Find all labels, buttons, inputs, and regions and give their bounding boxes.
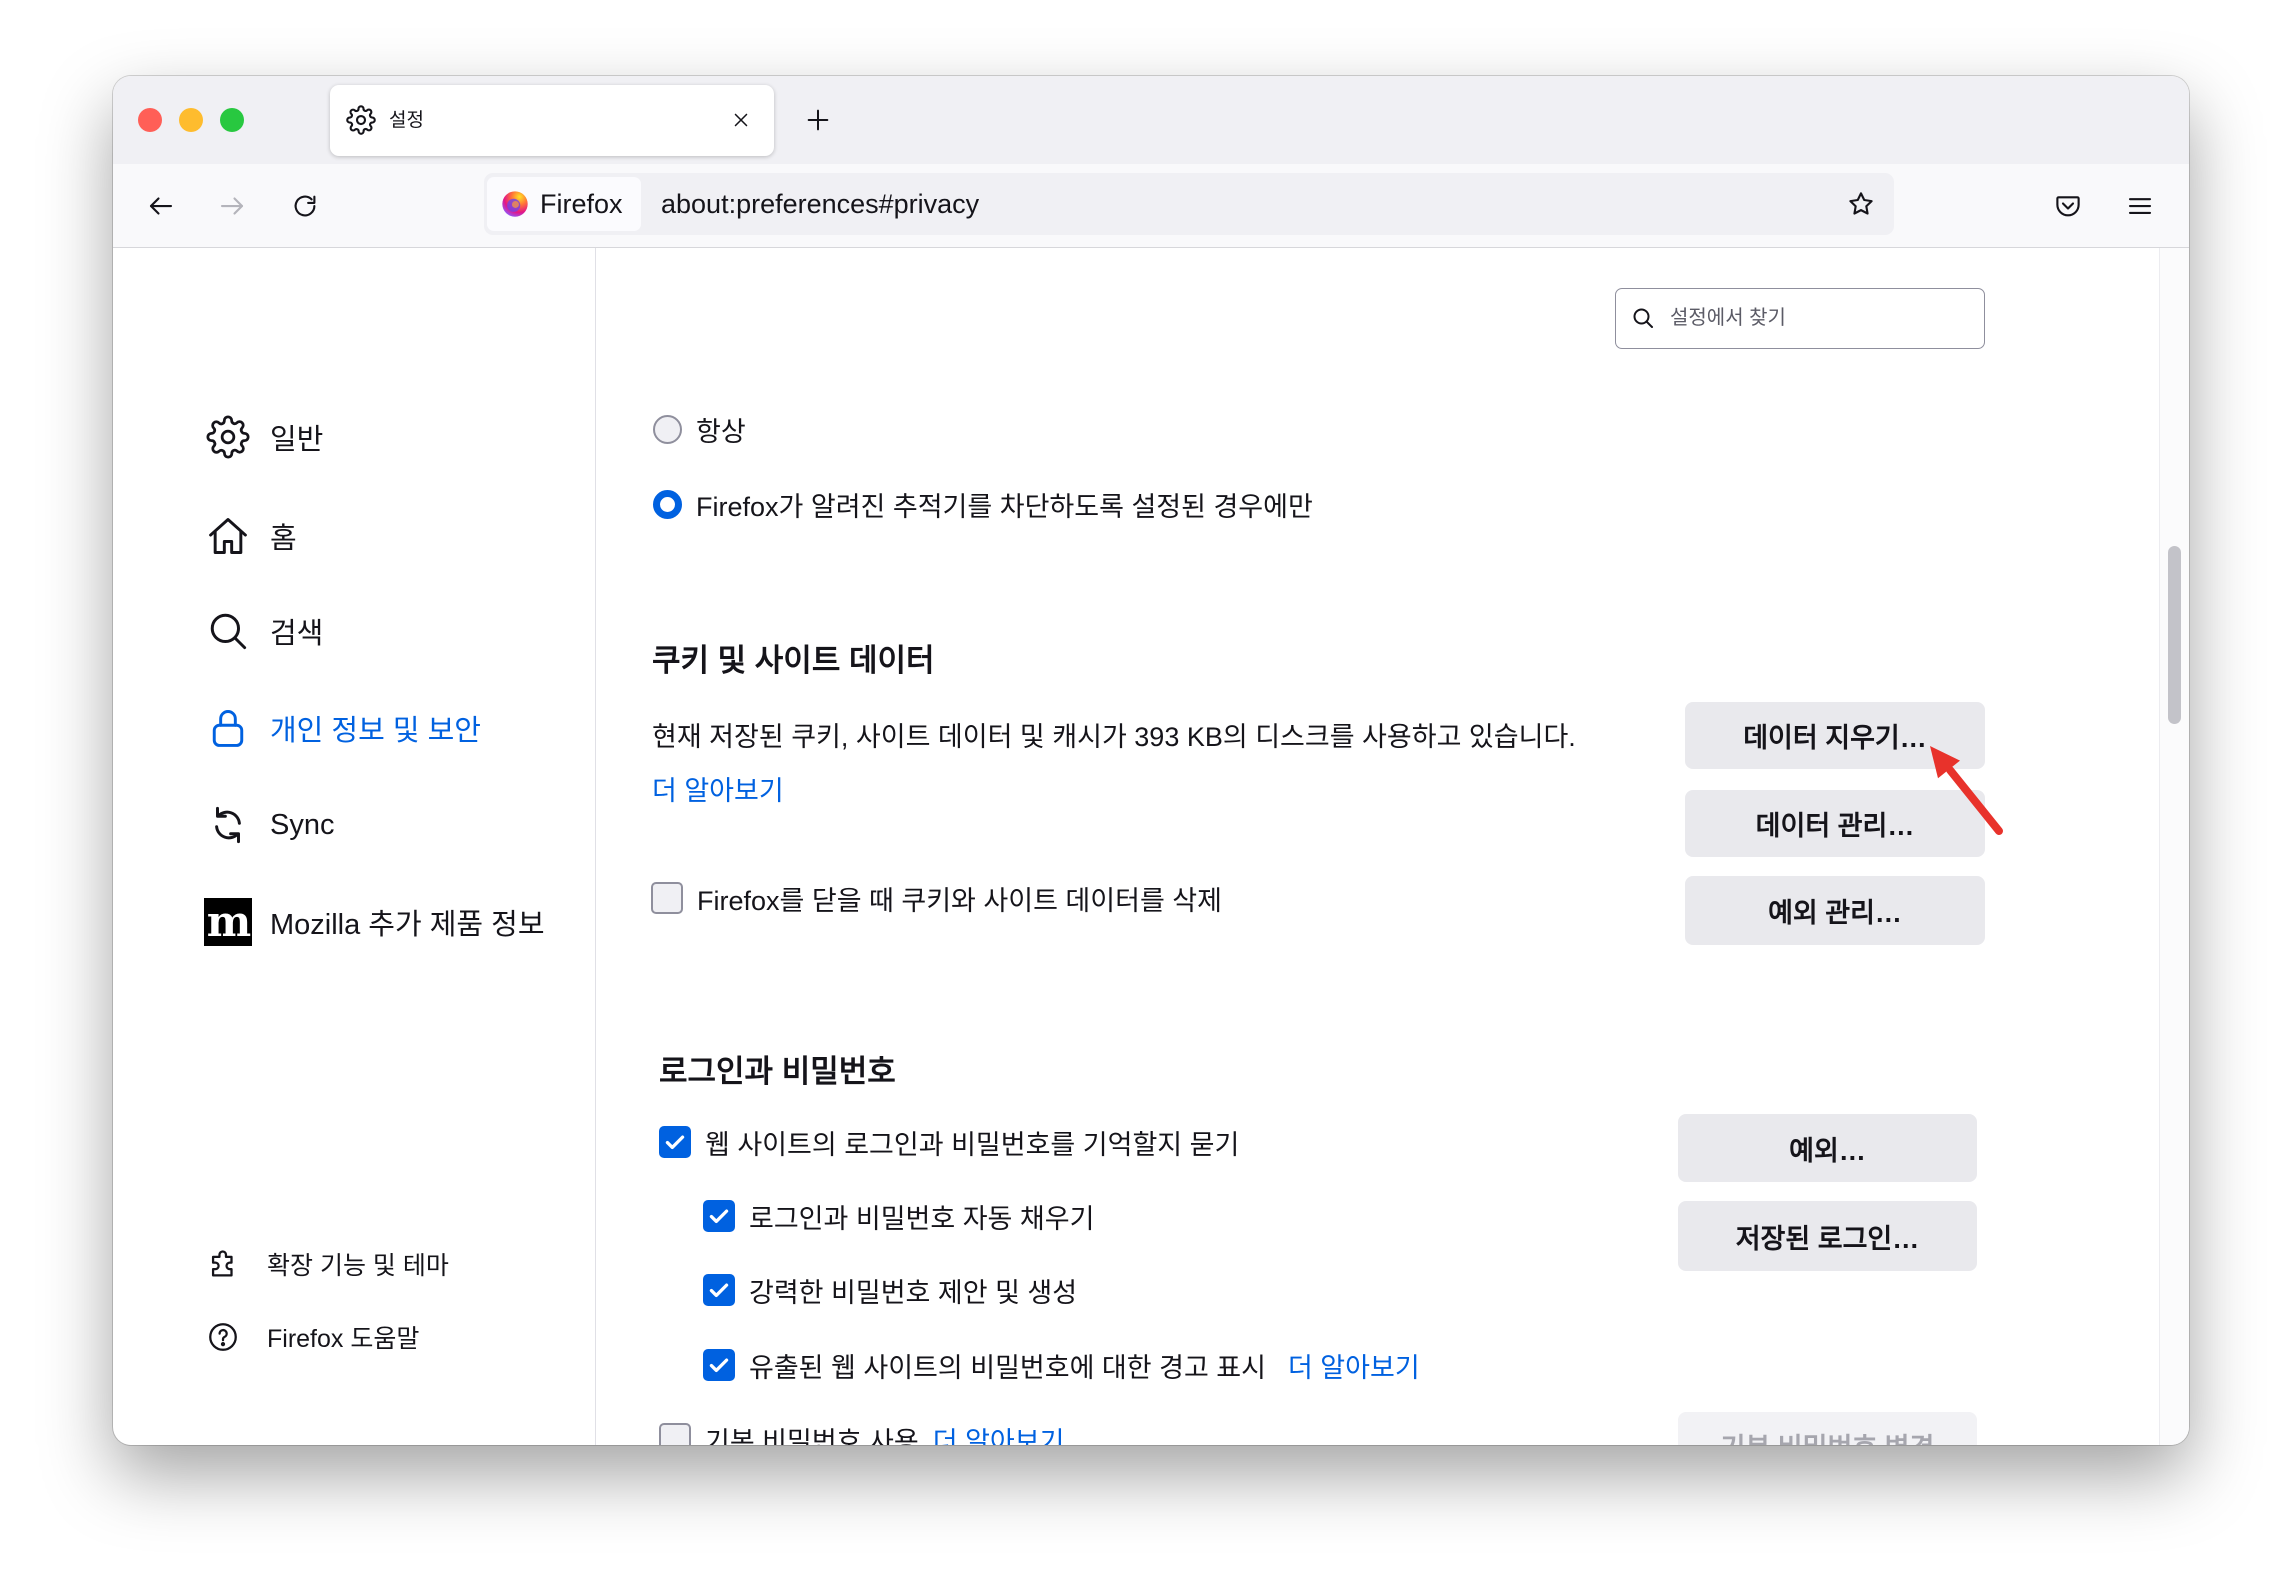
change-primary-password-button[interactable]: 기본 비밀번호 변경 (1678, 1412, 1977, 1445)
manage-exceptions-button[interactable]: 예외 관리… (1685, 876, 1985, 945)
radio-option-only-when-blocking[interactable]: Firefox가 알려진 추적기를 차단하도록 설정된 경우에만 (653, 484, 1313, 524)
close-tab-icon[interactable] (730, 109, 752, 131)
sidebar-item-label: 개인 정보 및 보안 (270, 715, 481, 747)
reload-icon[interactable] (290, 191, 320, 221)
radio-option-always[interactable]: 항상 (653, 409, 746, 449)
logins-heading: 로그인과 비밀번호 (659, 1054, 896, 1089)
sidebar-item-label: 홈 (270, 523, 297, 555)
checkbox-label: Firefox를 닫을 때 쿠키와 사이트 데이터를 삭제 (697, 885, 1222, 916)
sidebar-item-general[interactable]: 일반 (204, 409, 323, 465)
primary-password-option[interactable]: 기본 비밀번호 사용 더 알아보기 (659, 1419, 1064, 1445)
star-icon[interactable] (1846, 189, 1876, 219)
home-icon (204, 512, 252, 560)
sidebar-footer-label: Firefox 도움말 (267, 1325, 420, 1353)
hamburger-menu-icon[interactable] (2125, 191, 2155, 221)
identity-box[interactable]: Firefox (487, 177, 641, 231)
checkbox-label: 강력한 비밀번호 제안 및 생성 (749, 1277, 1078, 1308)
checkbox[interactable] (703, 1274, 735, 1306)
identity-label: Firefox (540, 189, 623, 219)
mozilla-logo-icon: m (204, 898, 252, 946)
sidebar-footer-label: 확장 기능 및 테마 (267, 1252, 449, 1280)
lock-icon (204, 704, 252, 752)
settings-search (1615, 288, 1985, 349)
tab-title: 설정 (389, 110, 424, 131)
radio-button[interactable] (653, 489, 682, 519)
autofill-logins-option[interactable]: 로그인과 비밀번호 자동 채우기 (703, 1196, 1094, 1236)
sync-icon (204, 801, 252, 849)
forward-arrow-icon[interactable] (217, 191, 247, 221)
scrollbar-thumb[interactable] (2168, 546, 2181, 724)
radio-button[interactable] (653, 414, 682, 444)
search-icon (1631, 306, 1655, 330)
checkbox[interactable] (703, 1200, 735, 1232)
checkbox-label: 로그인과 비밀번호 자동 채우기 (749, 1203, 1095, 1234)
checkbox-label: 웹 사이트의 로그인과 비밀번호를 기억할지 묻기 (705, 1129, 1240, 1160)
sidebar-item-privacy[interactable]: 개인 정보 및 보안 (204, 700, 481, 756)
help-icon (205, 1319, 241, 1355)
gear-icon (204, 413, 252, 461)
sidebar-item-search[interactable]: 검색 (204, 603, 323, 659)
firefox-logo-icon (501, 190, 529, 218)
primary-password-learn-more-link[interactable]: 더 알아보기 (933, 1420, 1065, 1446)
new-tab-plus-icon[interactable] (804, 106, 832, 134)
delete-cookies-on-close-option[interactable]: Firefox를 닫을 때 쿠키와 사이트 데이터를 삭제 (651, 878, 1222, 918)
cookies-learn-more-link[interactable]: 더 알아보기 (652, 768, 784, 808)
sidebar-item-home[interactable]: 홈 (204, 508, 297, 564)
tab-strip: 설정 (113, 76, 2189, 164)
scrollbar-track[interactable] (2159, 248, 2189, 1445)
cookies-description: 현재 저장된 쿠키, 사이트 데이터 및 캐시가 393 KB의 디스크를 사용… (652, 721, 1576, 752)
ask-to-save-logins-option[interactable]: 웹 사이트의 로그인과 비밀번호를 기억할지 묻기 (659, 1122, 1239, 1162)
checkbox[interactable] (651, 882, 683, 914)
saved-logins-button[interactable]: 저장된 로그인… (1678, 1201, 1977, 1271)
sidebar-item-sync[interactable]: Sync (204, 797, 334, 853)
checkbox-label: 기본 비밀번호 사용 (705, 1426, 919, 1446)
sidebar-item-help[interactable]: Firefox 도움말 (205, 1315, 419, 1359)
checkbox[interactable] (659, 1423, 691, 1445)
checkbox[interactable] (659, 1126, 691, 1158)
window-zoom-button[interactable] (220, 108, 244, 132)
url-bar[interactable]: Firefox about:preferences#privacy (484, 173, 1894, 235)
settings-search-input[interactable] (1615, 288, 1985, 349)
radio-label: Firefox가 알려진 추적기를 차단하도록 설정된 경우에만 (696, 491, 1313, 522)
browser-window: 설정 Firefox about:preferences#privacy 일반 … (113, 76, 2189, 1445)
back-arrow-icon[interactable] (146, 191, 176, 221)
cookies-heading: 쿠키 및 사이트 데이터 (652, 643, 935, 678)
puzzle-icon (205, 1246, 241, 1282)
window-close-button[interactable] (138, 108, 162, 132)
suggest-strong-passwords-option[interactable]: 강력한 비밀번호 제안 및 생성 (703, 1270, 1077, 1310)
sidebar-item-label: 검색 (270, 618, 324, 650)
sidebar-item-label: Mozilla 추가 제품 정보 (270, 909, 545, 941)
checkbox[interactable] (703, 1349, 735, 1381)
url-text[interactable]: about:preferences#privacy (661, 173, 979, 235)
checkbox-label: 유출된 웹 사이트의 비밀번호에 대한 경고 표시 (749, 1352, 1266, 1383)
breach-learn-more-link[interactable]: 더 알아보기 (1288, 1346, 1420, 1385)
login-exceptions-button[interactable]: 예외… (1678, 1114, 1977, 1182)
sidebar-item-addons[interactable]: 확장 기능 및 테마 (205, 1242, 449, 1286)
pocket-icon[interactable] (2053, 191, 2083, 221)
breach-alerts-option[interactable]: 유출된 웹 사이트의 비밀번호에 대한 경고 표시 더 알아보기 (703, 1345, 1420, 1385)
search-icon (204, 607, 252, 655)
tab-settings[interactable]: 설정 (330, 85, 774, 156)
sidebar-divider (595, 248, 596, 1445)
sidebar-item-mozilla-products[interactable]: m Mozilla 추가 제품 정보 (204, 894, 545, 950)
sidebar-item-label: Sync (270, 808, 335, 841)
radio-label: 항상 (696, 416, 746, 447)
sidebar-item-label: 일반 (270, 424, 324, 456)
window-minimize-button[interactable] (179, 108, 203, 132)
gear-icon (346, 105, 376, 135)
annotation-arrow (1930, 746, 2003, 835)
